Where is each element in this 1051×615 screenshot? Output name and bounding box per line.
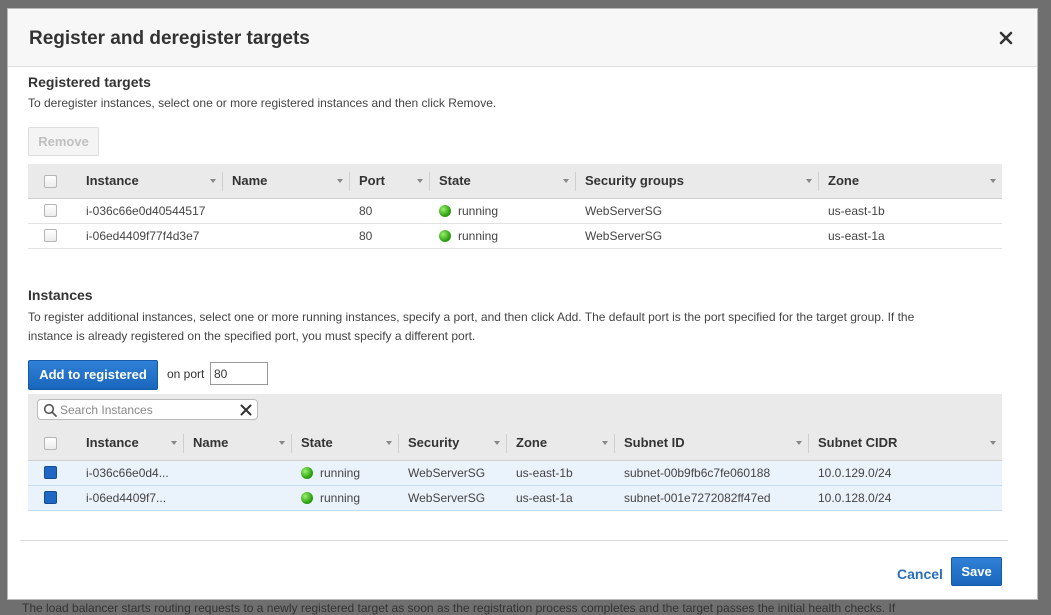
instances-help-line2: instance is already registered on the sp… bbox=[28, 329, 476, 343]
search-placeholder: Search Instances bbox=[60, 403, 153, 417]
column-header-state[interactable]: State bbox=[291, 426, 398, 461]
subnet-cidr: 10.0.129.0/24 bbox=[818, 466, 892, 480]
remove-button[interactable]: Remove bbox=[28, 127, 99, 156]
registered-targets-table: Instance Name Port State Security groups… bbox=[28, 164, 1002, 249]
column-header-name[interactable]: Name bbox=[183, 426, 291, 461]
instance-id: i-06ed4409f7... bbox=[86, 491, 167, 505]
table-row[interactable]: i-036c66e0d40544517 80 running WebServer… bbox=[28, 199, 1002, 224]
table-row[interactable]: i-06ed4409f77f4d3e7 80 running WebServer… bbox=[28, 224, 1002, 249]
column-header-zone[interactable]: Zone bbox=[506, 426, 614, 461]
add-to-registered-button[interactable]: Add to registered bbox=[28, 360, 158, 390]
zone: us-east-1a bbox=[516, 491, 573, 505]
row-checkbox[interactable] bbox=[44, 491, 57, 504]
zone: us-east-1b bbox=[828, 204, 885, 218]
select-all-registered-checkbox[interactable] bbox=[44, 175, 57, 188]
zone: us-east-1a bbox=[828, 229, 885, 243]
registered-targets-help: To deregister instances, select one or m… bbox=[28, 96, 497, 110]
save-button[interactable]: Save bbox=[951, 557, 1002, 586]
register-targets-dialog: Register and deregister targets Register… bbox=[7, 8, 1038, 600]
search-instances-input[interactable]: Search Instances bbox=[37, 399, 258, 420]
instance-id: i-036c66e0d4... bbox=[86, 466, 169, 480]
instances-title: Instances bbox=[28, 287, 93, 303]
dialog-header: Register and deregister targets bbox=[8, 9, 1037, 67]
row-checkbox[interactable] bbox=[44, 466, 57, 479]
port-label: on port bbox=[167, 367, 205, 381]
instance-name bbox=[183, 461, 193, 485]
running-status-icon bbox=[301, 492, 313, 504]
column-header-security-groups[interactable]: Security groups bbox=[575, 164, 818, 199]
instance-id: i-036c66e0d40544517 bbox=[86, 204, 206, 218]
background-page-text: The load balancer starts routing request… bbox=[22, 601, 896, 615]
registered-targets-title: Registered targets bbox=[28, 74, 151, 90]
running-status-icon bbox=[439, 205, 451, 217]
state: running bbox=[429, 199, 498, 223]
search-icon bbox=[43, 403, 57, 417]
state: running bbox=[291, 461, 360, 485]
security-group: WebServerSG bbox=[408, 491, 486, 505]
subnet-id: subnet-00b9fb6c7fe060188 bbox=[624, 466, 771, 480]
row-checkbox[interactable] bbox=[44, 204, 57, 217]
column-header-state[interactable]: State bbox=[429, 164, 575, 199]
dialog-title: Register and deregister targets bbox=[29, 28, 310, 49]
instances-table: Instance Name State Security Zone Subnet… bbox=[28, 426, 1002, 511]
security-group: WebServerSG bbox=[585, 204, 663, 218]
instance-name bbox=[183, 486, 193, 510]
running-status-icon bbox=[439, 230, 451, 242]
search-toolbar: Search Instances bbox=[28, 394, 1002, 426]
instances-table-header: Instance Name State Security Zone Subnet… bbox=[28, 426, 1002, 461]
port: 80 bbox=[359, 204, 373, 218]
state: running bbox=[429, 224, 498, 248]
column-header-instance[interactable]: Instance bbox=[76, 426, 183, 461]
column-header-zone[interactable]: Zone bbox=[818, 164, 1002, 199]
instances-help-line1: To register additional instances, select… bbox=[28, 310, 915, 324]
row-checkbox[interactable] bbox=[44, 229, 57, 242]
cancel-link[interactable]: Cancel bbox=[897, 566, 943, 582]
select-all-instances-checkbox[interactable] bbox=[44, 437, 57, 450]
instance-name bbox=[222, 224, 232, 248]
column-header-instance[interactable]: Instance bbox=[76, 164, 222, 199]
column-header-name[interactable]: Name bbox=[222, 164, 349, 199]
instance-name bbox=[222, 199, 232, 223]
column-header-subnet-id[interactable]: Subnet ID bbox=[614, 426, 808, 461]
port: 80 bbox=[359, 229, 373, 243]
column-header-port[interactable]: Port bbox=[349, 164, 429, 199]
subnet-id: subnet-001e7272082ff47ed bbox=[624, 491, 771, 505]
state: running bbox=[291, 486, 360, 510]
port-input[interactable] bbox=[210, 362, 268, 385]
footer-divider bbox=[20, 540, 1008, 541]
table-row[interactable]: i-036c66e0d4... running WebServerSG us-e… bbox=[28, 461, 1002, 486]
column-header-security[interactable]: Security bbox=[398, 426, 506, 461]
security-group: WebServerSG bbox=[408, 466, 486, 480]
clear-search-icon[interactable] bbox=[239, 403, 253, 417]
zone: us-east-1b bbox=[516, 466, 573, 480]
instance-id: i-06ed4409f77f4d3e7 bbox=[86, 229, 200, 243]
registered-table-header: Instance Name Port State Security groups… bbox=[28, 164, 1002, 199]
close-icon[interactable] bbox=[995, 27, 1017, 49]
running-status-icon bbox=[301, 467, 313, 479]
subnet-cidr: 10.0.128.0/24 bbox=[818, 491, 892, 505]
security-group: WebServerSG bbox=[585, 229, 663, 243]
table-row[interactable]: i-06ed4409f7... running WebServerSG us-e… bbox=[28, 486, 1002, 511]
column-header-subnet-cidr[interactable]: Subnet CIDR bbox=[808, 426, 1002, 461]
